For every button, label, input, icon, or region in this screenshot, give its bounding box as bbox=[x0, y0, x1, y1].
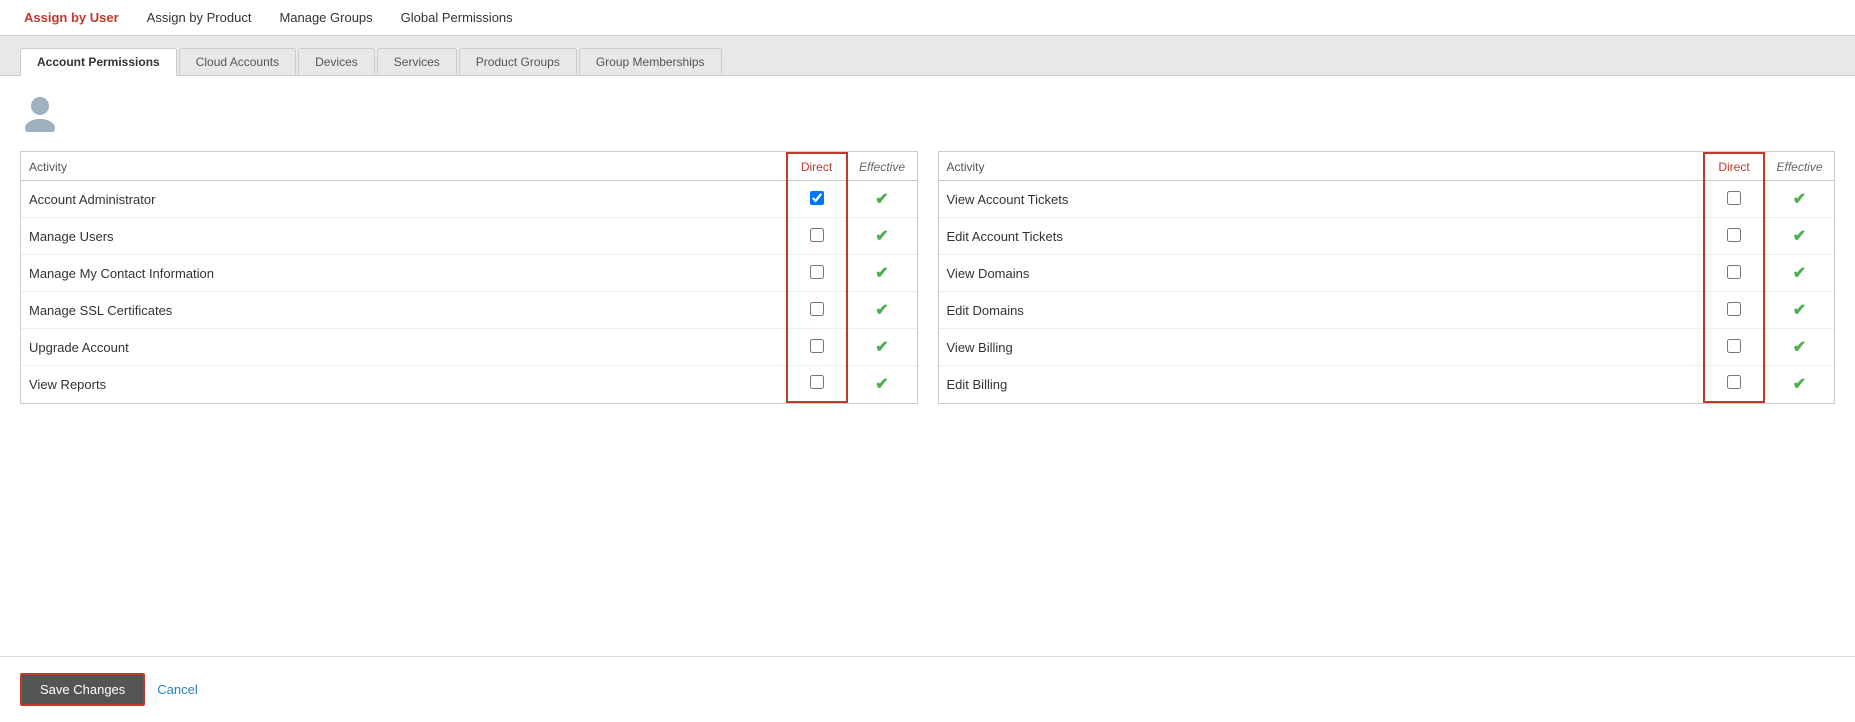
save-changes-button[interactable]: Save Changes bbox=[20, 673, 145, 706]
effective-cell: ✔ bbox=[847, 329, 917, 366]
activity-label: View Domains bbox=[939, 255, 1705, 292]
tab-product-groups[interactable]: Product Groups bbox=[459, 48, 577, 75]
top-nav: Assign by User Assign by Product Manage … bbox=[0, 0, 1855, 36]
effective-checkmark-icon: ✔ bbox=[1793, 228, 1806, 245]
table-row: Manage Users ✔ bbox=[21, 218, 917, 255]
activity-label: View Billing bbox=[939, 329, 1705, 366]
activity-label: Edit Account Tickets bbox=[939, 218, 1705, 255]
effective-checkmark-icon: ✔ bbox=[1793, 302, 1806, 319]
footer: Save Changes Cancel bbox=[0, 656, 1855, 722]
user-icon-wrap bbox=[20, 92, 1835, 135]
direct-cell bbox=[1704, 329, 1764, 366]
effective-cell: ✔ bbox=[1764, 255, 1834, 292]
nav-manage-groups[interactable]: Manage Groups bbox=[265, 0, 386, 35]
table-row: Edit Account Tickets ✔ bbox=[939, 218, 1835, 255]
direct-cell bbox=[1704, 292, 1764, 329]
effective-checkmark-icon: ✔ bbox=[875, 228, 888, 245]
effective-cell: ✔ bbox=[847, 292, 917, 329]
direct-cell bbox=[787, 366, 847, 403]
effective-cell: ✔ bbox=[847, 366, 917, 403]
cancel-link[interactable]: Cancel bbox=[157, 682, 197, 697]
permission-checkbox[interactable] bbox=[810, 375, 824, 389]
effective-cell: ✔ bbox=[1764, 292, 1834, 329]
table-row: View Account Tickets ✔ bbox=[939, 181, 1835, 218]
effective-checkmark-icon: ✔ bbox=[875, 376, 888, 393]
effective-cell: ✔ bbox=[1764, 181, 1834, 218]
tab-group-memberships[interactable]: Group Memberships bbox=[579, 48, 722, 75]
activity-label: Manage Users bbox=[21, 218, 787, 255]
permissions-table-left: Activity Direct Effective Account Admini… bbox=[20, 151, 918, 404]
direct-cell bbox=[787, 181, 847, 218]
activity-label: Manage My Contact Information bbox=[21, 255, 787, 292]
tab-devices[interactable]: Devices bbox=[298, 48, 375, 75]
activity-label: Manage SSL Certificates bbox=[21, 292, 787, 329]
direct-cell bbox=[787, 329, 847, 366]
table1-effective-header: Effective bbox=[847, 153, 917, 181]
main-content: Activity Direct Effective Account Admini… bbox=[0, 76, 1855, 656]
table2-direct-header: Direct bbox=[1704, 153, 1764, 181]
permissions-tables: Activity Direct Effective Account Admini… bbox=[20, 151, 1835, 404]
effective-cell: ✔ bbox=[847, 255, 917, 292]
table2-effective-header: Effective bbox=[1764, 153, 1834, 181]
permission-checkbox[interactable] bbox=[810, 228, 824, 242]
permission-checkbox[interactable] bbox=[810, 302, 824, 316]
permission-checkbox[interactable] bbox=[1727, 375, 1741, 389]
effective-cell: ✔ bbox=[847, 218, 917, 255]
permission-checkbox[interactable] bbox=[1727, 228, 1741, 242]
activity-label: Upgrade Account bbox=[21, 329, 787, 366]
activity-label: Edit Billing bbox=[939, 366, 1705, 403]
direct-cell bbox=[787, 292, 847, 329]
table-row: Edit Domains ✔ bbox=[939, 292, 1835, 329]
permission-checkbox[interactable] bbox=[810, 339, 824, 353]
table-row: Edit Billing ✔ bbox=[939, 366, 1835, 403]
activity-label: Account Administrator bbox=[21, 181, 787, 218]
effective-cell: ✔ bbox=[1764, 218, 1834, 255]
table2-activity-header: Activity bbox=[939, 153, 1705, 181]
nav-global-permissions[interactable]: Global Permissions bbox=[387, 0, 527, 35]
effective-checkmark-icon: ✔ bbox=[1793, 339, 1806, 356]
effective-checkmark-icon: ✔ bbox=[875, 302, 888, 319]
tab-services[interactable]: Services bbox=[377, 48, 457, 75]
nav-assign-by-user[interactable]: Assign by User bbox=[10, 0, 133, 35]
table-row: View Reports ✔ bbox=[21, 366, 917, 403]
direct-cell bbox=[787, 255, 847, 292]
direct-cell bbox=[1704, 255, 1764, 292]
effective-cell: ✔ bbox=[1764, 366, 1834, 403]
table-row: View Billing ✔ bbox=[939, 329, 1835, 366]
effective-checkmark-icon: ✔ bbox=[1793, 265, 1806, 282]
activity-label: Edit Domains bbox=[939, 292, 1705, 329]
effective-checkmark-icon: ✔ bbox=[875, 191, 888, 208]
tab-account-permissions[interactable]: Account Permissions bbox=[20, 48, 177, 76]
table-row: Account Administrator ✔ bbox=[21, 181, 917, 218]
activity-label: View Account Tickets bbox=[939, 181, 1705, 218]
permission-checkbox[interactable] bbox=[810, 265, 824, 279]
table-row: Manage My Contact Information ✔ bbox=[21, 255, 917, 292]
effective-checkmark-icon: ✔ bbox=[875, 265, 888, 282]
table-row: Upgrade Account ✔ bbox=[21, 329, 917, 366]
effective-checkmark-icon: ✔ bbox=[875, 339, 888, 356]
tab-bar: Account Permissions Cloud Accounts Devic… bbox=[0, 36, 1855, 76]
permission-checkbox[interactable] bbox=[1727, 191, 1741, 205]
direct-cell bbox=[787, 218, 847, 255]
effective-cell: ✔ bbox=[1764, 329, 1834, 366]
permission-checkbox[interactable] bbox=[1727, 265, 1741, 279]
effective-checkmark-icon: ✔ bbox=[1793, 191, 1806, 208]
table1-activity-header: Activity bbox=[21, 153, 787, 181]
table-row: View Domains ✔ bbox=[939, 255, 1835, 292]
tab-cloud-accounts[interactable]: Cloud Accounts bbox=[179, 48, 296, 75]
effective-cell: ✔ bbox=[847, 181, 917, 218]
direct-cell bbox=[1704, 181, 1764, 218]
permission-checkbox[interactable] bbox=[1727, 339, 1741, 353]
permission-checkbox[interactable] bbox=[810, 191, 824, 205]
table-row: Manage SSL Certificates ✔ bbox=[21, 292, 917, 329]
permissions-table-right: Activity Direct Effective View Account T… bbox=[938, 151, 1836, 404]
activity-label: View Reports bbox=[21, 366, 787, 403]
permission-checkbox[interactable] bbox=[1727, 302, 1741, 316]
effective-checkmark-icon: ✔ bbox=[1793, 376, 1806, 393]
direct-cell bbox=[1704, 366, 1764, 403]
table1-direct-header: Direct bbox=[787, 153, 847, 181]
user-avatar-icon bbox=[20, 92, 60, 132]
direct-cell bbox=[1704, 218, 1764, 255]
nav-assign-by-product[interactable]: Assign by Product bbox=[133, 0, 266, 35]
